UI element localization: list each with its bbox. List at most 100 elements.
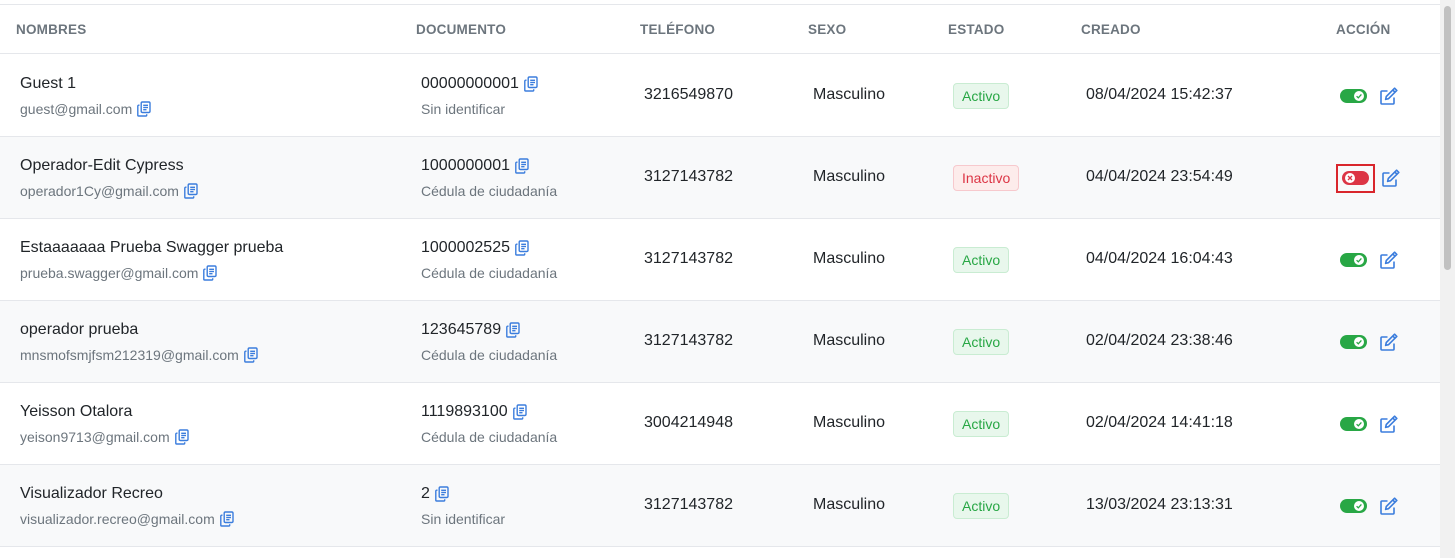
header-sexo[interactable]: SEXO [808,22,846,37]
copy-icon[interactable] [203,265,218,281]
document-number: 1000000001 [421,157,510,174]
status-toggle[interactable] [1340,247,1367,273]
copy-icon[interactable] [512,404,527,420]
user-email: mnsmofsmjfsm212319@gmail.com [20,347,239,363]
toggle-knob [1354,419,1364,429]
user-email: yeison9713@gmail.com [20,429,170,445]
document-type: Sin identificar [421,101,506,117]
phone-number: 3004214948 [644,414,733,431]
table-row[interactable]: Yeisson Otalora yeison9713@gmail.com 11198… [0,383,1440,465]
toggle-on-icon[interactable] [1340,417,1367,431]
created-date: 08/04/2024 15:42:37 [1086,86,1233,103]
user-email-cell: operador1Cy@gmail.com [20,183,198,199]
table-row[interactable]: Visualizador Recreo visualizador.recreo@g… [0,465,1440,547]
status-cell: Activo [953,247,1010,273]
edit-icon[interactable] [1379,332,1399,352]
user-email-cell: guest@gmail.com [20,101,151,117]
table-row[interactable]: Guest 1 guest@gmail.com 00000000001 Sin ide… [0,55,1440,137]
copy-icon[interactable] [523,76,538,92]
copy-icon[interactable] [243,347,258,363]
created-date: 13/03/2024 23:13:31 [1086,496,1233,513]
toggle-off-icon[interactable] [1342,171,1369,185]
sex-value: Masculino [813,332,886,349]
document-type: Cédula de ciudadanía [421,265,558,281]
document-type: Cédula de ciudadanía [421,347,558,363]
document-cell: 2 [421,485,449,503]
header-telefono[interactable]: TELÉFONO [640,22,715,37]
copy-icon[interactable] [515,240,529,256]
document-type: Cédula de ciudadanía [421,429,558,445]
table-header: NOMBRES DOCUMENTO TELÉFONO SEXO ESTADO C… [0,4,1440,54]
copy-icon[interactable] [435,486,449,502]
status-toggle[interactable] [1340,329,1367,355]
header-creado[interactable]: CREADO [1081,22,1141,37]
user-name: Guest 1 [20,75,77,92]
document-type: Cédula de ciudadanía [421,183,558,199]
user-name: Estaaaaaaa Prueba Swagger prueba [20,239,284,256]
row-actions [1340,329,1399,355]
sex-value: Masculino [813,414,886,431]
toggle-on-icon[interactable] [1340,335,1367,349]
toggle-knob [1354,91,1364,101]
document-cell: 1000000001 [421,157,529,175]
copy-icon[interactable] [174,429,189,445]
edit-icon[interactable] [1379,250,1399,270]
document-number: 1119893100 [421,403,508,420]
user-name: operador prueba [20,321,139,338]
user-name: Yeisson Otalora [20,403,133,420]
header-accion: ACCIÓN [1336,22,1391,37]
header-documento[interactable]: DOCUMENTO [416,22,506,37]
copy-icon[interactable] [184,183,198,199]
toggle-knob [1345,173,1355,183]
document-number: 00000000001 [421,75,519,92]
toggle-knob [1354,255,1364,265]
copy-icon[interactable] [219,511,234,527]
created-date: 02/04/2024 23:38:46 [1086,332,1233,349]
edit-icon[interactable] [1379,496,1399,516]
edit-icon[interactable] [1379,86,1399,106]
toggle-on-icon[interactable] [1340,89,1367,103]
row-actions [1340,493,1399,519]
sex-value: Masculino [813,168,886,185]
status-badge: Activo [953,493,1010,519]
table-row[interactable]: Estaaaaaaa Prueba Swagger prueba prueba.s… [0,219,1440,301]
vertical-scrollbar[interactable] [1440,0,1455,558]
status-cell: Activo [953,329,1010,355]
status-toggle[interactable] [1340,493,1367,519]
created-date: 04/04/2024 23:54:49 [1086,168,1233,185]
status-toggle[interactable] [1340,83,1367,109]
header-nombres[interactable]: NOMBRES [16,22,86,37]
document-cell: 1000002525 [421,239,529,257]
row-actions [1340,247,1399,273]
document-number: 123645789 [421,321,502,338]
status-cell: Activo [953,83,1010,109]
status-toggle[interactable] [1340,411,1367,437]
toggle-on-icon[interactable] [1340,499,1367,513]
copy-icon[interactable] [506,322,520,338]
document-cell: 1119893100 [421,403,527,421]
status-badge: Inactivo [953,165,1020,191]
toggle-knob [1354,337,1364,347]
edit-icon[interactable] [1381,168,1401,188]
user-email-cell: yeison9713@gmail.com [20,429,189,445]
table-row[interactable]: operador prueba mnsmofsmjfsm212319@gmail.… [0,301,1440,383]
header-estado[interactable]: ESTADO [948,22,1004,37]
status-cell: Activo [953,411,1010,437]
table-row[interactable]: Operador-Edit Cypress operador1Cy@gmail.c… [0,137,1440,219]
scrollbar-thumb[interactable] [1444,6,1451,270]
status-toggle-highlighted[interactable] [1336,163,1375,193]
sex-value: Masculino [813,496,886,513]
document-type: Sin identificar [421,511,506,527]
status-badge: Activo [953,247,1010,273]
created-date: 04/04/2024 16:04:43 [1086,250,1233,267]
user-email: operador1Cy@gmail.com [20,183,179,199]
status-badge: Activo [953,411,1010,437]
copy-icon[interactable] [515,158,529,174]
users-table: NOMBRES DOCUMENTO TELÉFONO SEXO ESTADO C… [0,0,1440,558]
user-name: Visualizador Recreo [20,485,163,502]
user-email: prueba.swagger@gmail.com [20,265,199,281]
copy-icon[interactable] [137,101,151,117]
toggle-on-icon[interactable] [1340,253,1367,267]
phone-number: 3127143782 [644,168,733,185]
edit-icon[interactable] [1379,414,1399,434]
